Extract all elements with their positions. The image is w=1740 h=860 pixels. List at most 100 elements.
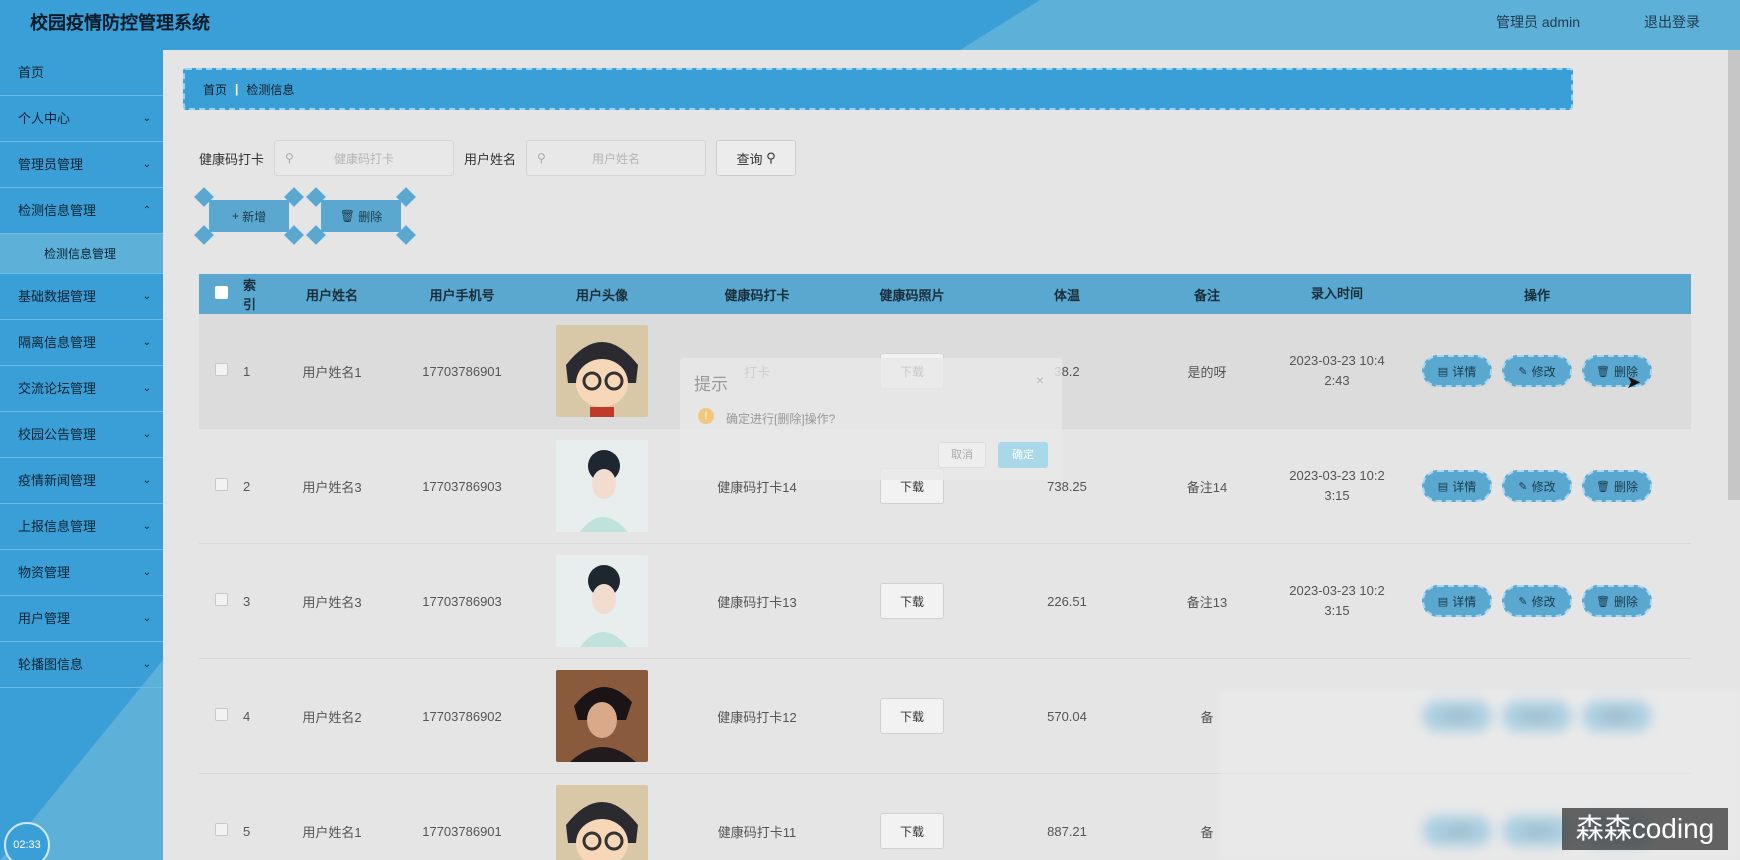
sidebar-item-test-info-management[interactable]: 检测信息管理 ⌃ (0, 188, 163, 234)
cell-note: 备注13 (1186, 594, 1228, 610)
chevron-down-icon: ⌄ (142, 291, 151, 302)
cell-username: 用户姓名2 (302, 709, 362, 725)
column-header: 录入时间 (1310, 286, 1363, 301)
input-placeholder: 健康码打卡 (334, 151, 395, 166)
sidebar-item-label: 首页 (18, 65, 45, 80)
cell-index: 4 (243, 708, 251, 724)
page-scrollbar[interactable] (1728, 50, 1740, 500)
document-icon: ▤ (1437, 595, 1449, 608)
cell-temperature: 887.21 (1047, 823, 1087, 839)
delete-button[interactable]: 🗑 删除 (1582, 585, 1652, 617)
row-checkbox[interactable] (214, 708, 228, 721)
cell-health-punch: 健康码打卡11 (717, 824, 797, 840)
sidebar-item-users[interactable]: 用户管理 ⌄ (0, 596, 163, 642)
row-checkbox[interactable] (214, 823, 228, 836)
chevron-down-icon: ⌄ (142, 475, 151, 486)
detail-button[interactable]: ▤ 详情 (1422, 470, 1492, 502)
dialog-title: 提示 (694, 375, 728, 394)
sidebar-item-supplies[interactable]: 物资管理 ⌄ (0, 550, 163, 596)
detail-button[interactable]: ▤ 详情 (1422, 355, 1492, 387)
sidebar-item-carousel[interactable]: 轮播图信息 ⌄ (0, 642, 163, 688)
confirm-dialog: 提示 × ! 确定进行[删除]操作? 取消 确定 (680, 358, 1062, 480)
column-header: 健康码打卡 (724, 287, 790, 303)
edit-button[interactable]: ✎ 修改 (1502, 355, 1572, 387)
detail-button[interactable]: ▤ 详情 (1422, 585, 1492, 617)
sidebar: 首页 个人中心 ⌄ 管理员管理 ⌄ 检测信息管理 ⌃ 检测信息管理 基础数据管理 ⌄ 隔… (0, 50, 163, 860)
cell-note: 是的呀 (1187, 364, 1227, 380)
sidebar-subitem-test-info[interactable]: 检测信息管理 (0, 234, 163, 274)
avatar (556, 555, 648, 647)
avatar (556, 440, 648, 532)
download-button[interactable]: 下载 (880, 583, 944, 619)
column-header: 操作 (1523, 287, 1550, 303)
username-filter-input[interactable]: ⚲ 用户姓名 (526, 140, 707, 176)
cell-username: 用户姓名3 (302, 594, 362, 610)
download-button[interactable]: 下载 (880, 813, 944, 849)
add-button-label: 新增 (242, 209, 267, 224)
sidebar-item-label: 物资管理 (18, 565, 71, 580)
health-code-filter-label: 健康码打卡 (199, 151, 265, 167)
current-user-label: 管理员 admin (1495, 14, 1580, 30)
chevron-down-icon: ⌄ (142, 337, 151, 348)
cell-health-punch: 健康码打卡12 (717, 709, 797, 725)
breadcrumb-home[interactable]: 首页 (203, 81, 227, 98)
sidebar-item-label: 校园公告管理 (18, 427, 97, 442)
dialog-confirm-button[interactable]: 确定 (998, 442, 1048, 468)
chevron-down-icon: ⌄ (142, 159, 151, 170)
sidebar-item-home[interactable]: 首页 (0, 50, 163, 96)
sidebar-item-label: 用户管理 (18, 611, 71, 626)
username-filter-label: 用户姓名 (464, 151, 517, 167)
trash-icon: 🗑 (339, 209, 359, 223)
row-checkbox[interactable] (214, 478, 228, 491)
cell-temperature: 226.51 (1047, 593, 1087, 609)
logout-link[interactable]: 退出登录 (1644, 0, 1700, 44)
cell-username: 用户姓名1 (302, 364, 362, 380)
sidebar-item-news[interactable]: 疫情新闻管理 ⌄ (0, 458, 163, 504)
breadcrumb-current: 检测信息 (246, 82, 295, 97)
health-code-filter-input[interactable]: ⚲ 健康码打卡 (274, 140, 455, 176)
cell-index: 2 (243, 478, 251, 494)
sidebar-item-label: 交流论坛管理 (18, 381, 97, 396)
select-all-checkbox[interactable] (214, 286, 228, 299)
row-checkbox[interactable] (214, 593, 228, 606)
sidebar-item-quarantine[interactable]: 隔离信息管理 ⌄ (0, 320, 163, 366)
cell-phone: 17703786901 (422, 823, 502, 839)
edit-button[interactable]: ✎ 修改 (1502, 470, 1572, 502)
delete-button-label: 删除 (358, 209, 383, 224)
add-button[interactable]: + 新增 (194, 187, 304, 245)
dialog-cancel-button[interactable]: 取消 (938, 442, 986, 468)
cell-phone: 17703786902 (422, 708, 502, 724)
sidebar-item-announcements[interactable]: 校园公告管理 ⌄ (0, 412, 163, 458)
action-bar: + 新增 🗑 删除 (194, 187, 423, 245)
batch-delete-button[interactable]: 🗑 删除 (306, 187, 416, 245)
table-row: 3 用户姓名3 17703786903 健康码打卡13 下载 226.51 备注… (199, 544, 1691, 659)
sidebar-item-label: 检测信息管理 (18, 203, 97, 218)
sidebar-item-personal-center[interactable]: 个人中心 ⌄ (0, 96, 163, 142)
search-icon: ⚲ (766, 150, 776, 165)
input-placeholder: 用户姓名 (592, 151, 641, 166)
search-icon: ⚲ (537, 151, 546, 165)
delete-button[interactable]: 🗑 删除 (1582, 355, 1652, 387)
top-bar-decoration (960, 0, 1740, 50)
sidebar-item-label: 上报信息管理 (18, 519, 97, 534)
sidebar-item-forum[interactable]: 交流论坛管理 ⌄ (0, 366, 163, 412)
sidebar-item-reports[interactable]: 上报信息管理 ⌄ (0, 504, 163, 550)
cell-index: 5 (243, 823, 251, 839)
sidebar-item-label: 管理员管理 (18, 157, 84, 172)
row-checkbox[interactable] (214, 363, 228, 376)
download-button[interactable]: 下载 (880, 698, 944, 734)
cell-phone: 17703786901 (422, 363, 502, 379)
cell-note: 备注14 (1186, 479, 1228, 495)
search-icon: ⚲ (285, 151, 294, 165)
edit-button[interactable]: ✎ 修改 (1502, 585, 1572, 617)
query-button-label: 查询 (736, 151, 763, 167)
column-header: 用户姓名 (305, 287, 358, 303)
trash-icon: 🗑 (1596, 595, 1610, 608)
close-icon[interactable]: × (1036, 372, 1044, 388)
sidebar-item-admin-management[interactable]: 管理员管理 ⌄ (0, 142, 163, 188)
sidebar-item-label: 轮播图信息 (18, 657, 84, 672)
sidebar-item-basic-data[interactable]: 基础数据管理 ⌄ (0, 274, 163, 320)
query-button[interactable]: 查询 ⚲ (716, 140, 797, 176)
delete-button[interactable]: 🗑 删除 (1582, 470, 1652, 502)
chevron-down-icon: ⌄ (142, 113, 151, 124)
